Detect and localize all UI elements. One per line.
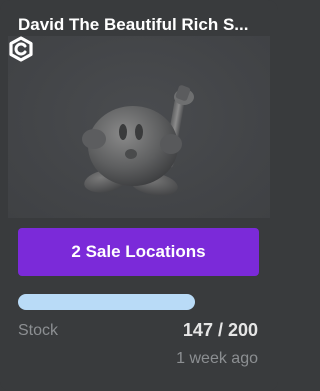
creator-logo-icon	[9, 36, 33, 62]
stock-value: 147 / 200	[182, 320, 258, 340]
timestamp: 1 week ago	[176, 350, 258, 367]
gray-3d-figure-icon	[82, 85, 194, 196]
stock-progress-bar	[18, 294, 259, 310]
stock-label: Stock	[18, 322, 59, 339]
stock-progress-fill	[18, 294, 196, 310]
item-thumbnail[interactable]	[8, 36, 270, 218]
item-card[interactable]: David The Beautiful Rich S... 2 Sale Loc…	[0, 0, 278, 391]
sale-locations-button[interactable]: 2 Sale Locations	[18, 228, 259, 276]
item-title[interactable]: David The Beautiful Rich S...	[18, 14, 260, 36]
